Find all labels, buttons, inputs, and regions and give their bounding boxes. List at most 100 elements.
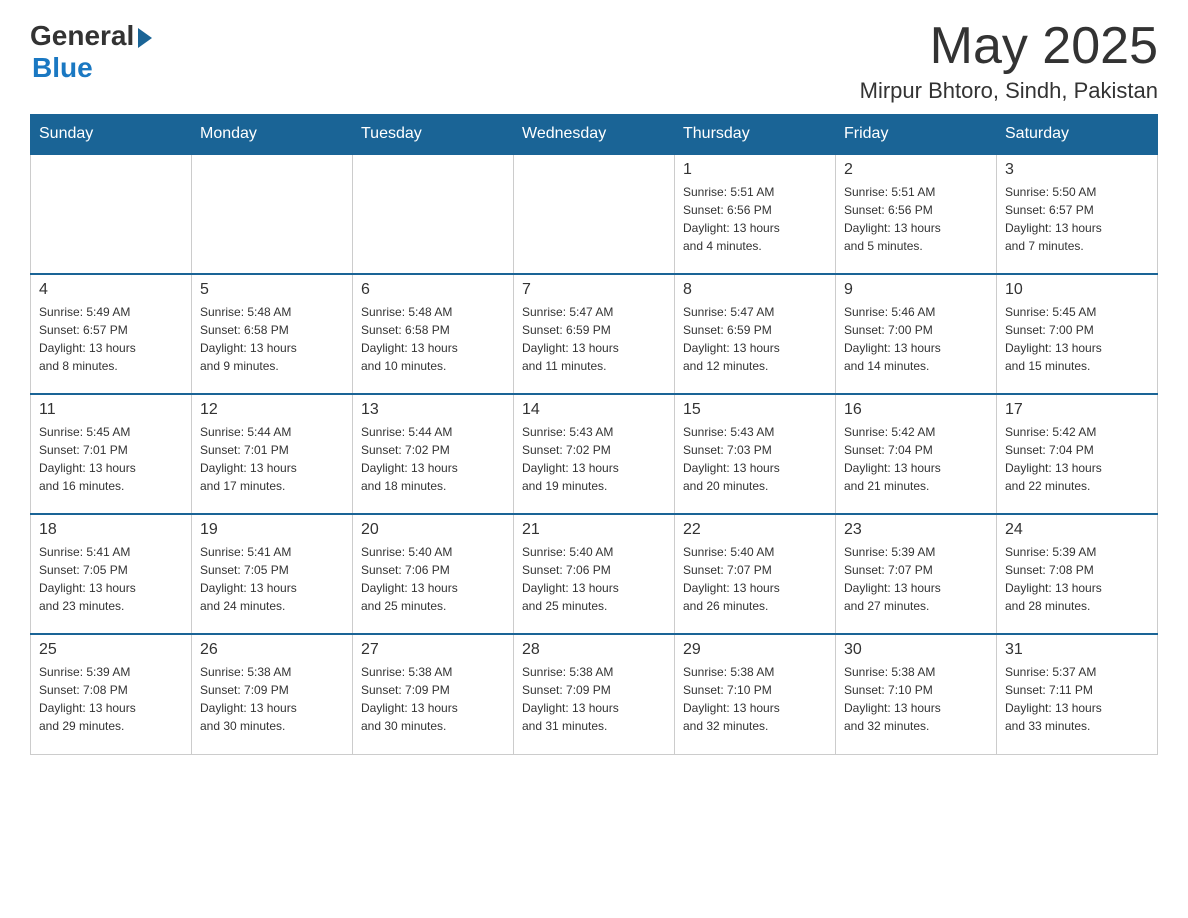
logo-arrow-icon (138, 28, 152, 48)
day-info: Sunrise: 5:45 AM Sunset: 7:01 PM Dayligh… (39, 423, 183, 495)
calendar-cell: 26 Sunrise: 5:38 AM Sunset: 7:09 PM Dayli… (192, 634, 353, 754)
day-info: Sunrise: 5:41 AM Sunset: 7:05 PM Dayligh… (39, 543, 183, 615)
day-number: 10 (1005, 281, 1149, 299)
calendar-header-sunday: Sunday (31, 115, 192, 155)
calendar-cell: 30 Sunrise: 5:38 AM Sunset: 7:10 PM Dayli… (836, 634, 997, 754)
day-info: Sunrise: 5:40 AM Sunset: 7:07 PM Dayligh… (683, 543, 827, 615)
logo-general-text: General (30, 20, 134, 52)
day-number: 31 (1005, 641, 1149, 659)
calendar-cell: 19Sunrise: 5:41 AM Sunset: 7:05 PM Dayli… (192, 514, 353, 634)
calendar-cell (192, 154, 353, 274)
day-number: 5 (200, 281, 344, 299)
day-number: 11 (39, 401, 183, 419)
month-year-title: May 2025 (860, 20, 1158, 72)
calendar-cell: 23 Sunrise: 5:39 AM Sunset: 7:07 PM Dayli… (836, 514, 997, 634)
day-number: 20 (361, 521, 505, 539)
day-info: Sunrise: 5:49 AM Sunset: 6:57 PM Dayligh… (39, 303, 183, 375)
day-info: Sunrise: 5:51 AM Sunset: 6:56 PM Dayligh… (683, 183, 827, 255)
day-info: Sunrise: 5:48 AM Sunset: 6:58 PM Dayligh… (200, 303, 344, 375)
calendar-cell: 13 Sunrise: 5:44 AM Sunset: 7:02 PM Dayli… (353, 394, 514, 514)
day-info: Sunrise: 5:42 AM Sunset: 7:04 PM Dayligh… (1005, 423, 1149, 495)
calendar-cell: 16 Sunrise: 5:42 AM Sunset: 7:04 PM Dayli… (836, 394, 997, 514)
day-info: Sunrise: 5:37 AM Sunset: 7:11 PM Dayligh… (1005, 663, 1149, 735)
calendar-cell: 24 Sunrise: 5:39 AM Sunset: 7:08 PM Dayli… (997, 514, 1158, 634)
day-info: Sunrise: 5:43 AM Sunset: 7:02 PM Dayligh… (522, 423, 666, 495)
calendar-cell: 28 Sunrise: 5:38 AM Sunset: 7:09 PM Dayli… (514, 634, 675, 754)
calendar-header-wednesday: Wednesday (514, 115, 675, 155)
location-subtitle: Mirpur Bhtoro, Sindh, Pakistan (860, 78, 1158, 104)
day-info: Sunrise: 5:38 AM Sunset: 7:09 PM Dayligh… (522, 663, 666, 735)
day-number: 24 (1005, 521, 1149, 539)
calendar-cell: 25Sunrise: 5:39 AM Sunset: 7:08 PM Dayli… (31, 634, 192, 754)
calendar-cell: 21Sunrise: 5:40 AM Sunset: 7:06 PM Dayli… (514, 514, 675, 634)
calendar-cell: 27 Sunrise: 5:38 AM Sunset: 7:09 PM Dayli… (353, 634, 514, 754)
calendar-cell: 7 Sunrise: 5:47 AM Sunset: 6:59 PM Daylig… (514, 274, 675, 394)
day-info: Sunrise: 5:45 AM Sunset: 7:00 PM Dayligh… (1005, 303, 1149, 375)
calendar-week-row: 25Sunrise: 5:39 AM Sunset: 7:08 PM Dayli… (31, 634, 1158, 754)
day-info: Sunrise: 5:38 AM Sunset: 7:10 PM Dayligh… (844, 663, 988, 735)
calendar-cell: 10 Sunrise: 5:45 AM Sunset: 7:00 PM Dayli… (997, 274, 1158, 394)
day-info: Sunrise: 5:40 AM Sunset: 7:06 PM Dayligh… (361, 543, 505, 615)
calendar-table: SundayMondayTuesdayWednesdayThursdayFrid… (30, 114, 1158, 755)
calendar-header-thursday: Thursday (675, 115, 836, 155)
day-info: Sunrise: 5:38 AM Sunset: 7:09 PM Dayligh… (200, 663, 344, 735)
calendar-cell: 18Sunrise: 5:41 AM Sunset: 7:05 PM Dayli… (31, 514, 192, 634)
day-number: 7 (522, 281, 666, 299)
calendar-cell: 15 Sunrise: 5:43 AM Sunset: 7:03 PM Dayli… (675, 394, 836, 514)
calendar-cell: 2 Sunrise: 5:51 AM Sunset: 6:56 PM Daylig… (836, 154, 997, 274)
day-info: Sunrise: 5:39 AM Sunset: 7:08 PM Dayligh… (1005, 543, 1149, 615)
day-info: Sunrise: 5:39 AM Sunset: 7:07 PM Dayligh… (844, 543, 988, 615)
calendar-header-tuesday: Tuesday (353, 115, 514, 155)
calendar-cell (514, 154, 675, 274)
calendar-header-monday: Monday (192, 115, 353, 155)
calendar-cell: 3Sunrise: 5:50 AM Sunset: 6:57 PM Daylig… (997, 154, 1158, 274)
day-number: 12 (200, 401, 344, 419)
day-number: 1 (683, 161, 827, 179)
day-info: Sunrise: 5:44 AM Sunset: 7:02 PM Dayligh… (361, 423, 505, 495)
calendar-week-row: 1 Sunrise: 5:51 AM Sunset: 6:56 PM Daylig… (31, 154, 1158, 274)
day-info: Sunrise: 5:47 AM Sunset: 6:59 PM Dayligh… (683, 303, 827, 375)
day-info: Sunrise: 5:38 AM Sunset: 7:09 PM Dayligh… (361, 663, 505, 735)
day-number: 15 (683, 401, 827, 419)
day-info: Sunrise: 5:51 AM Sunset: 6:56 PM Dayligh… (844, 183, 988, 255)
calendar-cell: 17 Sunrise: 5:42 AM Sunset: 7:04 PM Dayli… (997, 394, 1158, 514)
calendar-cell: 4Sunrise: 5:49 AM Sunset: 6:57 PM Daylig… (31, 274, 192, 394)
calendar-cell: 6Sunrise: 5:48 AM Sunset: 6:58 PM Daylig… (353, 274, 514, 394)
day-number: 23 (844, 521, 988, 539)
day-number: 25 (39, 641, 183, 659)
day-number: 19 (200, 521, 344, 539)
day-info: Sunrise: 5:47 AM Sunset: 6:59 PM Dayligh… (522, 303, 666, 375)
calendar-cell: 5 Sunrise: 5:48 AM Sunset: 6:58 PM Daylig… (192, 274, 353, 394)
day-number: 30 (844, 641, 988, 659)
calendar-header-row: SundayMondayTuesdayWednesdayThursdayFrid… (31, 115, 1158, 155)
day-info: Sunrise: 5:50 AM Sunset: 6:57 PM Dayligh… (1005, 183, 1149, 255)
day-number: 21 (522, 521, 666, 539)
calendar-header-friday: Friday (836, 115, 997, 155)
day-number: 17 (1005, 401, 1149, 419)
day-info: Sunrise: 5:44 AM Sunset: 7:01 PM Dayligh… (200, 423, 344, 495)
day-info: Sunrise: 5:42 AM Sunset: 7:04 PM Dayligh… (844, 423, 988, 495)
title-block: May 2025 Mirpur Bhtoro, Sindh, Pakistan (860, 20, 1158, 104)
calendar-cell: 31 Sunrise: 5:37 AM Sunset: 7:11 PM Dayli… (997, 634, 1158, 754)
day-number: 22 (683, 521, 827, 539)
day-number: 28 (522, 641, 666, 659)
day-info: Sunrise: 5:46 AM Sunset: 7:00 PM Dayligh… (844, 303, 988, 375)
calendar-week-row: 18Sunrise: 5:41 AM Sunset: 7:05 PM Dayli… (31, 514, 1158, 634)
day-number: 26 (200, 641, 344, 659)
calendar-cell: 12 Sunrise: 5:44 AM Sunset: 7:01 PM Dayli… (192, 394, 353, 514)
calendar-cell: 22 Sunrise: 5:40 AM Sunset: 7:07 PM Dayli… (675, 514, 836, 634)
day-number: 8 (683, 281, 827, 299)
logo-blue-text: Blue (32, 52, 93, 84)
day-number: 2 (844, 161, 988, 179)
day-number: 27 (361, 641, 505, 659)
day-number: 13 (361, 401, 505, 419)
day-info: Sunrise: 5:38 AM Sunset: 7:10 PM Dayligh… (683, 663, 827, 735)
day-number: 9 (844, 281, 988, 299)
calendar-header-saturday: Saturday (997, 115, 1158, 155)
day-info: Sunrise: 5:43 AM Sunset: 7:03 PM Dayligh… (683, 423, 827, 495)
calendar-cell: 8 Sunrise: 5:47 AM Sunset: 6:59 PM Daylig… (675, 274, 836, 394)
day-number: 14 (522, 401, 666, 419)
calendar-cell: 1 Sunrise: 5:51 AM Sunset: 6:56 PM Daylig… (675, 154, 836, 274)
calendar-cell (353, 154, 514, 274)
day-number: 16 (844, 401, 988, 419)
